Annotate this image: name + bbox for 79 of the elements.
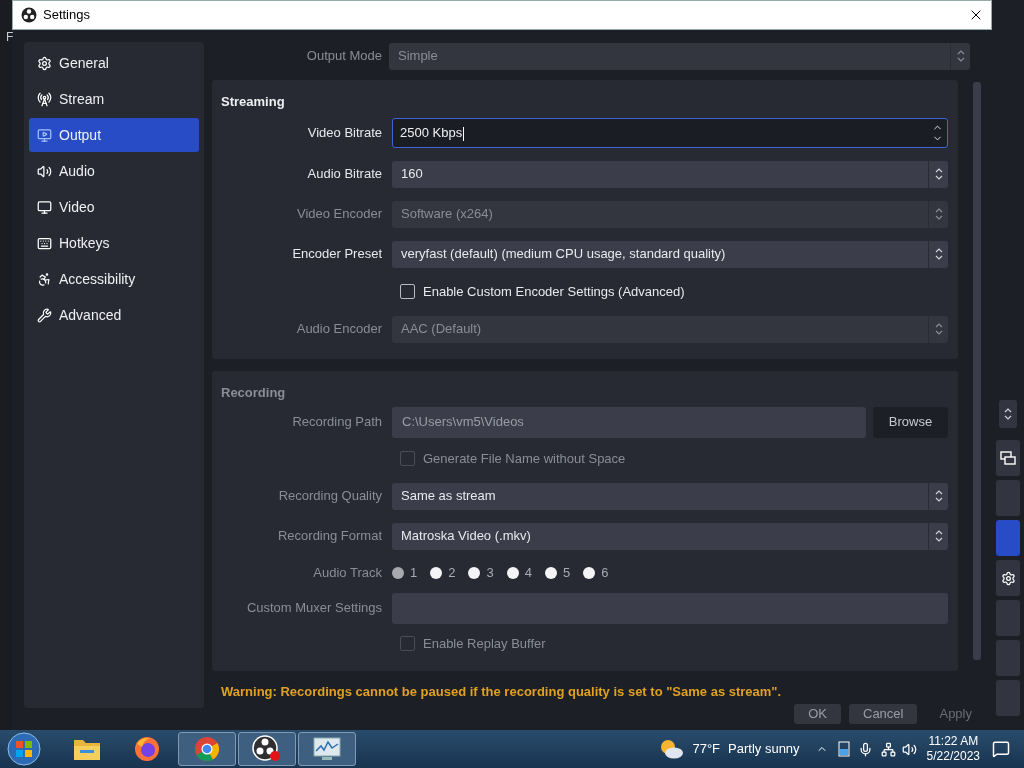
checkbox-label: Generate File Name without Space xyxy=(423,449,626,468)
dock-button[interactable] xyxy=(996,560,1020,596)
field-label: Custom Muxer Settings xyxy=(245,599,383,618)
spinner-arrows-icon xyxy=(934,322,943,336)
volume-icon[interactable] xyxy=(901,741,917,757)
person-icon xyxy=(37,271,52,287)
dropdown[interactable]: veryfast (default) (medium CPU usage, standard quality) xyxy=(392,240,948,268)
radio-label: 1 xyxy=(410,564,418,583)
windows-icon xyxy=(1000,451,1016,465)
sidebar-item[interactable]: Stream xyxy=(29,82,199,116)
sidebar-item[interactable]: Accessibility xyxy=(29,262,199,296)
battery-icon[interactable] xyxy=(837,741,850,757)
sidebar-item[interactable]: Audio xyxy=(29,154,199,188)
time-text: 11:22 AM xyxy=(928,734,979,749)
radio-label: 2 xyxy=(448,564,456,583)
sidebar-item[interactable]: Advanced xyxy=(29,298,199,332)
monitor-icon xyxy=(37,199,52,215)
start-button[interactable] xyxy=(4,731,44,767)
screen-camera-icon xyxy=(37,127,52,143)
field-label: Video Bitrate xyxy=(306,124,383,143)
menu-item[interactable]: F xyxy=(0,28,12,46)
field-label: Recording Path xyxy=(291,413,383,432)
sidebar-item[interactable]: Hotkeys xyxy=(29,226,199,260)
notifications-icon[interactable] xyxy=(992,740,1010,758)
dialog-button[interactable]: Cancel xyxy=(849,704,918,724)
checkbox-label: Enable Custom Encoder Settings (Advanced) xyxy=(423,282,685,301)
spinner-arrows-icon xyxy=(956,49,965,63)
scrollbar[interactable] xyxy=(973,82,981,660)
tools-icon xyxy=(37,307,52,323)
field-label: Recording Quality xyxy=(277,487,383,506)
weather-icon xyxy=(658,738,685,760)
checkbox[interactable] xyxy=(400,284,415,299)
spinner-arrows-icon xyxy=(934,489,943,503)
date-text: 5/22/2023 xyxy=(926,749,980,764)
spinner-arrows-icon xyxy=(934,207,943,221)
spinner-arrows-icon xyxy=(934,529,943,543)
performance-monitor-icon xyxy=(312,736,342,762)
speaker-icon xyxy=(37,163,52,179)
browser-icon xyxy=(193,735,221,763)
field-label: Audio Track xyxy=(312,564,383,583)
dock-spinner[interactable] xyxy=(999,400,1017,428)
spinner-arrows-icon xyxy=(934,167,943,181)
radio-label: 3 xyxy=(486,564,494,583)
weather-text: Partly sunny xyxy=(728,740,800,759)
radio-label: 6 xyxy=(601,564,609,583)
sidebar-item[interactable]: Output xyxy=(29,118,199,152)
gear-icon xyxy=(1000,570,1016,586)
sidebar-item[interactable]: Video xyxy=(29,190,199,224)
field-label: Audio Bitrate xyxy=(306,165,383,184)
keyboard-icon xyxy=(37,235,52,251)
dialog-button[interactable]: OK xyxy=(794,704,841,724)
dock-button[interactable] xyxy=(996,440,1020,476)
field-label: Recording Format xyxy=(276,527,383,546)
sidebar-item[interactable]: General xyxy=(29,46,199,80)
checkbox-label: Enable Replay Buffer xyxy=(423,634,546,653)
microphone-icon[interactable] xyxy=(857,741,873,757)
radio-label: 5 xyxy=(562,564,571,583)
spinner-arrows-icon xyxy=(934,247,943,261)
temperature-text: 77°F xyxy=(692,740,721,759)
field-label: Encoder Preset xyxy=(291,245,383,264)
field-label: Audio Encoder xyxy=(295,320,383,339)
fox-browser-icon xyxy=(133,735,161,763)
clock[interactable]: 11:22 AM 5/22/2023 xyxy=(926,734,980,764)
warning-text: Warning: Recordings cannot be paused if the recording quality is set to "Same as stream". xyxy=(221,684,782,699)
bitrate-field[interactable]: 2500 Kbps xyxy=(392,118,948,148)
spinner-arrows-icon xyxy=(1004,407,1012,421)
group-title: Recording xyxy=(221,385,286,400)
recorder-icon xyxy=(252,735,282,763)
radio-label: 4 xyxy=(524,564,532,583)
dropdown[interactable]: 160 xyxy=(392,160,948,188)
field-label: Video Encoder xyxy=(295,205,383,224)
gear-icon xyxy=(37,55,52,71)
group-title: Streaming xyxy=(221,94,285,109)
network-icon[interactable] xyxy=(880,741,896,757)
app-icon xyxy=(21,7,37,23)
field-label: Output Mode xyxy=(305,47,382,66)
window-title: Settings xyxy=(43,6,91,25)
taskbar-app[interactable] xyxy=(238,732,296,766)
antenna-icon xyxy=(37,91,52,107)
